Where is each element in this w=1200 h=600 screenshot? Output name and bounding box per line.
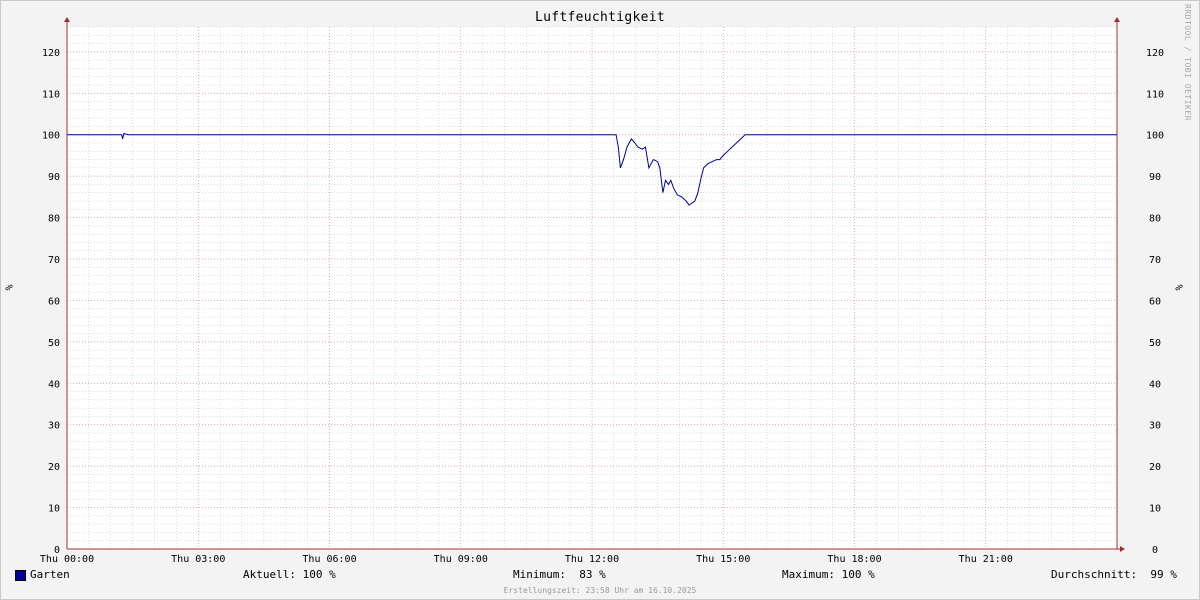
y-tick-label-right: 60 xyxy=(1149,296,1161,307)
x-axis-arrow xyxy=(1120,546,1125,552)
y-tick-label-right: 70 xyxy=(1149,255,1161,266)
y-tick-label-left: 100 xyxy=(42,131,60,142)
x-tick-label: Thu 09:00 xyxy=(434,554,488,565)
y-tick-label-left: 70 xyxy=(48,255,60,266)
legend-series-name: Garten xyxy=(30,568,70,581)
x-tick-label: Thu 21:00 xyxy=(959,554,1013,565)
y-tick-label-right: 20 xyxy=(1149,462,1161,473)
y-tick-label-left: 50 xyxy=(48,338,60,349)
x-tick-label: Thu 12:00 xyxy=(565,554,619,565)
x-tick-label: Thu 06:00 xyxy=(302,554,356,565)
y-tick-label-right: 0 xyxy=(1152,545,1158,556)
creation-timestamp: Erstellungszeit: 23:58 Uhr am 16.10.2025 xyxy=(503,586,697,595)
x-tick-label: Thu 00:00 xyxy=(40,554,94,565)
y-axis-arrow-left xyxy=(64,17,70,22)
legend: Garten Aktuell: 100 % Minimum: 83 % Maxi… xyxy=(0,568,1200,584)
y-tick-label-left: 10 xyxy=(48,504,60,515)
x-tick-label: Thu 18:00 xyxy=(827,554,881,565)
y-tick-label-right: 100 xyxy=(1146,131,1164,142)
legend-maximum-value: Maximum: 100 % xyxy=(782,568,875,581)
y-tick-label-right: 120 xyxy=(1146,48,1164,59)
y-tick-label-right: 90 xyxy=(1149,172,1161,183)
chart-plot: 0 010 1020 2030 3040 4050 5060 6070 7080 8090 9010… xyxy=(40,17,1164,565)
y-axis-arrow-right xyxy=(1114,17,1120,22)
y-tick-label-left: 60 xyxy=(48,296,60,307)
legend-current-value: Aktuell: 100 % xyxy=(243,568,336,581)
x-tick-label: Thu 03:00 xyxy=(171,554,225,565)
x-tick-label: Thu 15:00 xyxy=(696,554,750,565)
y-tick-label-left: 40 xyxy=(48,379,60,390)
y-tick-label-right: 110 xyxy=(1146,89,1164,100)
y-tick-label-right: 80 xyxy=(1149,214,1161,225)
y-tick-label-left: 30 xyxy=(48,421,60,432)
y-tick-label-right: 50 xyxy=(1149,338,1161,349)
y-tick-label-right: 10 xyxy=(1149,504,1161,515)
y-tick-label-left: 80 xyxy=(48,214,60,225)
y-tick-label-left: 120 xyxy=(42,48,60,59)
y-tick-label-left: 20 xyxy=(48,462,60,473)
y-tick-label-right: 40 xyxy=(1149,379,1161,390)
legend-average-value: Durchschnitt: 99 % xyxy=(1051,568,1177,581)
legend-minimum-value: Minimum: 83 % xyxy=(513,568,606,581)
y-tick-label-right: 30 xyxy=(1149,421,1161,432)
y-tick-label-left: 90 xyxy=(48,172,60,183)
y-tick-label-left: 110 xyxy=(42,89,60,100)
